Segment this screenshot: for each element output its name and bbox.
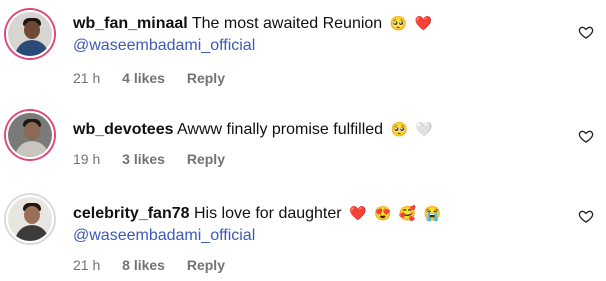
comment-time: 19 h <box>73 151 101 167</box>
comment-time: 21 h <box>73 257 101 273</box>
comment-username[interactable]: wb_fan_minaal <box>73 15 188 32</box>
white-heart-emoji: 🤍 <box>415 121 433 137</box>
pleading-face-emoji: 🥺 <box>389 15 408 31</box>
comment-username[interactable]: celebrity_fan78 <box>73 205 190 222</box>
heart-eyes-emoji: 😍 <box>373 205 392 221</box>
avatar[interactable] <box>6 10 54 58</box>
comment-mention[interactable]: @waseembadami_official <box>73 225 441 247</box>
red-heart-emoji: ❤️ <box>349 205 367 221</box>
reply-button[interactable]: Reply <box>187 151 225 167</box>
smiling-face-with-hearts-emoji: 🥰 <box>398 205 417 221</box>
heart-icon[interactable] <box>578 208 594 224</box>
reply-button[interactable]: Reply <box>187 257 225 273</box>
comment-text: The most awaited Reunion <box>191 15 383 32</box>
avatar[interactable] <box>6 111 54 159</box>
loudly-crying-face-emoji: 😭 <box>423 205 442 221</box>
comment-likes[interactable]: 3 likes <box>122 151 165 167</box>
reply-button[interactable]: Reply <box>187 70 225 86</box>
heart-icon[interactable] <box>578 24 594 40</box>
comment-text: His love for daughter <box>193 205 342 222</box>
comment-text: Awww finally promise fulfilled <box>177 121 384 138</box>
pleading-face-emoji: 🥺 <box>390 121 408 137</box>
red-heart-emoji: ❤️ <box>414 15 432 31</box>
heart-icon[interactable] <box>578 128 594 144</box>
comment-username[interactable]: wb_devotees <box>73 121 173 138</box>
comment-likes[interactable]: 4 likes <box>122 70 165 86</box>
comment-time: 21 h <box>73 70 101 86</box>
avatar[interactable] <box>6 195 54 243</box>
comment-likes[interactable]: 8 likes <box>122 257 165 273</box>
comment-mention[interactable]: @waseembadami_official <box>73 35 432 57</box>
